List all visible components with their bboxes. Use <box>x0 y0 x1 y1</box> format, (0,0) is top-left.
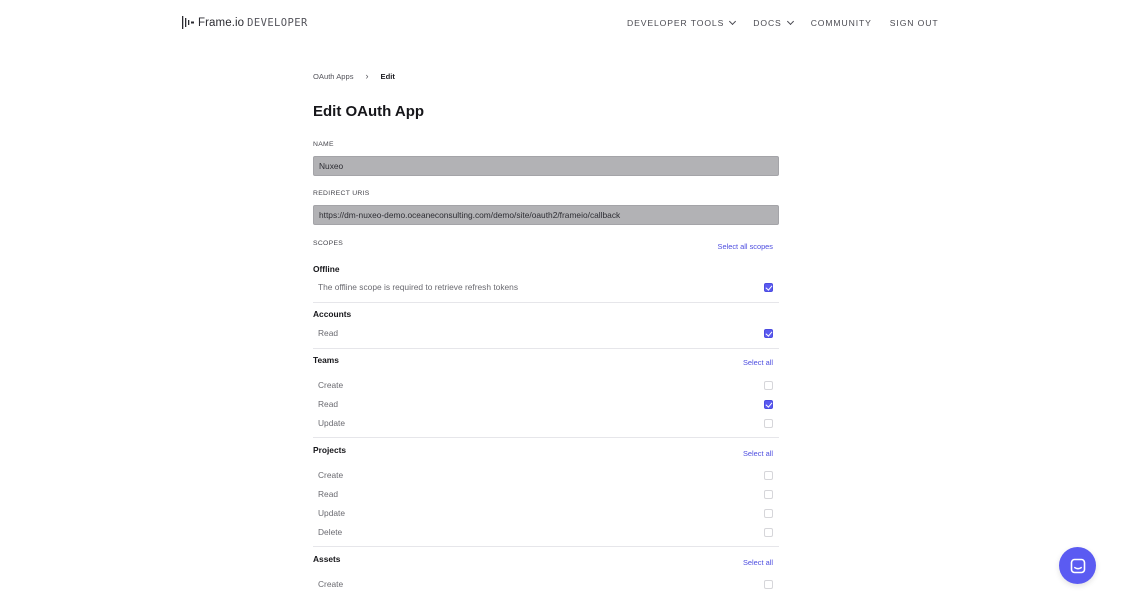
top-navigation: Frame.io DEVELOPER DEVELOPER TOOLS DOCS … <box>0 0 1136 46</box>
scope-group-accounts-title: Accounts <box>313 309 352 319</box>
select-all-scopes-link[interactable]: Select all scopes <box>718 242 773 251</box>
scope-checkbox-offline[interactable] <box>764 283 773 292</box>
scope-label: Create <box>318 579 344 589</box>
redirect-uris-field[interactable] <box>313 205 779 225</box>
frameio-logo-icon <box>182 16 194 29</box>
scope-row-assets-create: Create <box>313 577 779 591</box>
brand-subtitle: DEVELOPER <box>247 16 308 29</box>
scope-group-offline-title: Offline <box>313 264 340 274</box>
divider <box>313 437 779 438</box>
scope-row-offline: The offline scope is required to retriev… <box>313 280 779 294</box>
nav-sign-out[interactable]: SIGN OUT <box>890 18 939 28</box>
select-all-projects-link[interactable]: Select all <box>743 449 773 458</box>
nav-docs[interactable]: DOCS <box>753 17 794 28</box>
scope-group-teams-title: Teams <box>313 355 339 365</box>
scope-label: Update <box>318 508 346 518</box>
scope-group-assets-title: Assets <box>313 554 341 564</box>
scope-row-accounts-read: Read <box>313 326 779 340</box>
scope-row-projects-delete: Delete <box>313 525 779 539</box>
scope-label: Create <box>318 470 344 480</box>
breadcrumb-current: Edit <box>380 71 395 81</box>
scope-checkbox-accounts-read[interactable] <box>764 329 773 338</box>
scope-group-projects-title: Projects <box>313 445 347 455</box>
scope-label: Create <box>318 380 344 390</box>
breadcrumb-separator-icon: › <box>365 71 369 81</box>
scope-row-teams-create: Create <box>313 378 779 392</box>
divider <box>313 302 779 303</box>
scope-checkbox-projects-update[interactable] <box>764 509 773 518</box>
chat-launcher-icon <box>1070 558 1085 573</box>
brand-name: Frame.io <box>198 16 245 29</box>
scope-label: Read <box>318 489 339 499</box>
scope-checkbox-projects-create[interactable] <box>764 471 773 480</box>
nav-docs-label: DOCS <box>753 18 782 28</box>
nav-community[interactable]: COMMUNITY <box>811 18 872 28</box>
scope-label: The offline scope is required to retriev… <box>318 282 519 292</box>
brand-logo-link[interactable]: Frame.io DEVELOPER <box>182 16 308 29</box>
chevron-down-icon <box>729 17 737 26</box>
scopes-label: SCOPES <box>313 240 344 247</box>
scope-row-projects-read: Read <box>313 487 779 501</box>
scope-row-teams-read: Read <box>313 397 779 411</box>
scope-checkbox-projects-read[interactable] <box>764 490 773 499</box>
scope-checkbox-projects-delete[interactable] <box>764 528 773 537</box>
scope-checkbox-teams-update[interactable] <box>764 419 773 428</box>
scope-row-projects-update: Update <box>313 506 779 520</box>
select-all-teams-link[interactable]: Select all <box>743 358 773 367</box>
scope-row-teams-update: Update <box>313 416 779 430</box>
chevron-down-icon <box>786 17 794 26</box>
chat-launcher-button[interactable] <box>1059 547 1096 584</box>
scope-label: Delete <box>318 527 343 537</box>
breadcrumb: OAuth Apps › Edit <box>313 71 395 81</box>
divider <box>313 546 779 547</box>
scope-row-projects-create: Create <box>313 468 779 482</box>
nav-developer-tools[interactable]: DEVELOPER TOOLS <box>627 17 737 28</box>
redirect-uris-label: REDIRECT URIS <box>313 190 370 197</box>
scope-label: Update <box>318 418 346 428</box>
page-title: Edit OAuth App <box>313 103 425 120</box>
scope-checkbox-teams-create[interactable] <box>764 381 773 390</box>
scope-checkbox-assets-create[interactable] <box>764 580 773 589</box>
scope-label: Read <box>318 328 339 338</box>
divider <box>313 348 779 349</box>
name-label: NAME <box>313 141 334 148</box>
name-field[interactable] <box>313 156 779 176</box>
scope-checkbox-teams-read[interactable] <box>764 400 773 409</box>
nav-developer-tools-label: DEVELOPER TOOLS <box>627 18 725 28</box>
breadcrumb-oauth-apps[interactable]: OAuth Apps <box>313 72 354 81</box>
select-all-assets-link[interactable]: Select all <box>743 558 773 567</box>
nav-links: DEVELOPER TOOLS DOCS COMMUNITY SIGN OUT <box>627 17 957 28</box>
scope-label: Read <box>318 399 339 409</box>
